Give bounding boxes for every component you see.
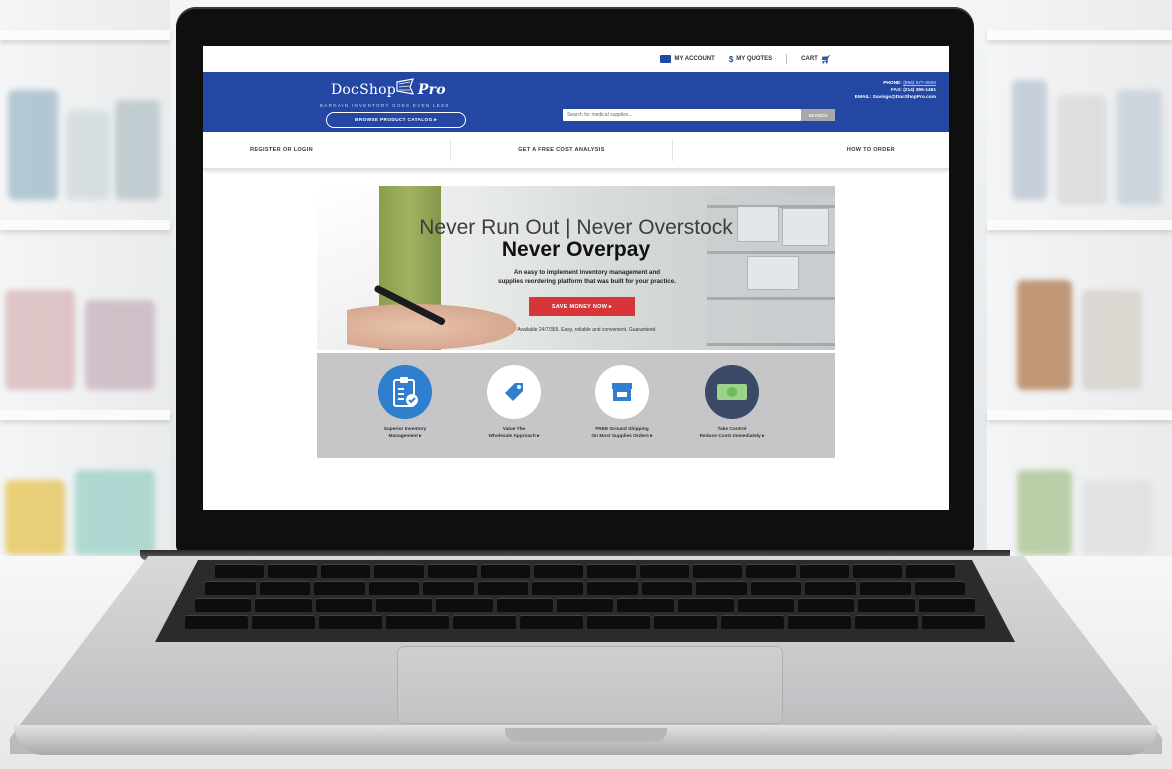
search-button[interactable]: SEARCH — [801, 109, 835, 121]
hero-subtext-line: An easy to implement inventory managemen… — [513, 269, 661, 276]
feature-take-control[interactable]: Take Control Reduce Costs Immediately ▸ — [687, 365, 777, 440]
laptop-keyboard — [155, 560, 1015, 642]
logo-tagline: BARGAIN INVENTORY GOES EVEN LESS — [320, 103, 450, 108]
main-nav: REGISTER OR LOGIN GET A FREE COST ANALYS… — [203, 132, 949, 169]
phone-link[interactable]: (855) 577-0000 — [903, 81, 936, 86]
my-account-link[interactable]: MY ACCOUNT — [660, 55, 715, 63]
account-icon — [660, 55, 672, 63]
utility-bar: MY ACCOUNT $ MY QUOTES CART 🛒︎ — [203, 46, 949, 72]
laptop-screen: MY ACCOUNT $ MY QUOTES CART 🛒︎ DocShop Pr… — [203, 46, 949, 510]
my-account-label: MY ACCOUNT — [674, 56, 715, 62]
my-quotes-link[interactable]: $ MY QUOTES — [729, 55, 772, 64]
feature-free-shipping[interactable]: FREE Ground Shipping On Most Supplies Or… — [577, 365, 667, 440]
nav-register-login[interactable]: REGISTER OR LOGIN — [203, 147, 450, 153]
price-tag-icon — [487, 365, 541, 419]
hero-headline-bold: Never Overpay — [501, 238, 651, 261]
utility-divider — [786, 54, 788, 64]
hero-banner: Never Run Out | Never Overstock Never Ov… — [317, 186, 835, 350]
feature-wholesale[interactable]: Value The Wholesale Approach ▸ — [469, 365, 559, 440]
feature-label-line: Wholesale Approach ▸ — [488, 433, 540, 439]
hero-headline: Never Run Out | Never Overstock — [419, 216, 733, 239]
hero-subtext-line: supplies reordering platform that was bu… — [498, 278, 676, 285]
feature-label-line: Management ▸ — [388, 433, 422, 439]
phone-line: PHONE: (855) 577-0000 — [855, 80, 936, 87]
my-quotes-label: MY QUOTES — [736, 56, 773, 62]
email-link[interactable]: Savings@DocShopPro.com — [873, 95, 936, 100]
storefront-icon — [595, 365, 649, 419]
nav-how-to-order[interactable]: HOW TO ORDER — [673, 147, 949, 153]
dollar-icon: $ — [728, 54, 734, 64]
feature-label: Superior Inventory Management ▸ — [360, 427, 450, 440]
features-band: Superior Inventory Management ▸ Value Th… — [317, 353, 835, 458]
feature-label: Value The Wholesale Approach ▸ — [469, 427, 559, 440]
email-label: EMAIL: — [854, 95, 872, 100]
logo-flag-icon — [396, 78, 414, 95]
browse-catalog-button[interactable]: BROWSE PRODUCT CATALOG ▸ — [326, 112, 466, 128]
feature-label: Take Control Reduce Costs Immediately ▸ — [687, 427, 777, 440]
fax-line: FAX: (214) 396-1461 — [890, 88, 936, 93]
cart-link[interactable]: CART 🛒︎ — [801, 55, 831, 64]
site-logo[interactable]: DocShop Pro — [331, 82, 446, 98]
nav-free-cost-analysis[interactable]: GET A FREE COST ANALYSIS — [451, 147, 673, 153]
hero-subtext: An easy to implement inventory managemen… — [437, 268, 737, 286]
feature-label-line: On Most Supplies Orders ▸ — [591, 433, 653, 439]
contact-info: PHONE: (855) 577-0000 FAX: (214) 396-146… — [855, 80, 936, 101]
logo-name-main: DocShop — [331, 82, 396, 98]
email-line: EMAIL: Savings@DocShopPro.com — [855, 94, 936, 101]
save-money-button[interactable]: SAVE MONEY NOW ▸ — [529, 297, 635, 316]
feature-inventory[interactable]: Superior Inventory Management ▸ — [360, 365, 450, 440]
cart-label: CART — [801, 56, 818, 62]
phone-label: PHONE: — [883, 81, 902, 86]
left-shelf — [0, 0, 170, 560]
search-input[interactable]: Search for medical supplies... — [563, 109, 801, 121]
clipboard-check-icon — [378, 365, 432, 419]
right-shelf — [987, 0, 1172, 560]
header-bar: DocShop Pro BARGAIN INVENTORY GOES EVEN L… — [203, 72, 949, 132]
logo-name-pro: Pro — [417, 82, 446, 98]
laptop-trackpad — [398, 647, 782, 723]
money-icon — [705, 365, 759, 419]
feature-label: FREE Ground Shipping On Most Supplies Or… — [577, 427, 667, 440]
feature-label-line: Reduce Costs Immediately ▸ — [699, 433, 765, 439]
hero-note: Available 24/7/365. Easy, reliable and c… — [517, 327, 657, 333]
laptop-notch — [505, 728, 667, 742]
cart-icon: 🛒︎ — [820, 54, 831, 64]
